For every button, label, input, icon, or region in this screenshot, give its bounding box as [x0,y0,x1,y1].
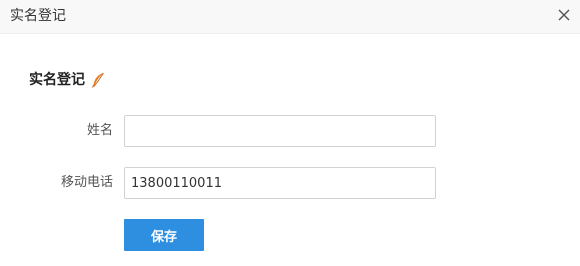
phone-label: 移动电话 [60,175,113,190]
dialog-title: 实名登记 [10,8,66,24]
name-input[interactable] [124,115,436,147]
section-title: 实名登记 [29,72,85,88]
close-icon [554,5,574,25]
name-label: 姓名 [86,123,113,138]
section-heading: 实名登记 [29,70,105,90]
close-button[interactable] [554,5,574,25]
form-row-name: 姓名 [0,115,580,147]
dialog-header: 实名登记 [0,0,580,34]
save-button[interactable]: 保存 [124,219,204,251]
real-name-registration-dialog: 实名登记 实名登记 姓名 移动电话 保存 [0,0,580,266]
phone-input[interactable] [124,167,436,199]
form-row-phone: 移动电话 [0,167,580,199]
feather-icon [91,72,105,88]
